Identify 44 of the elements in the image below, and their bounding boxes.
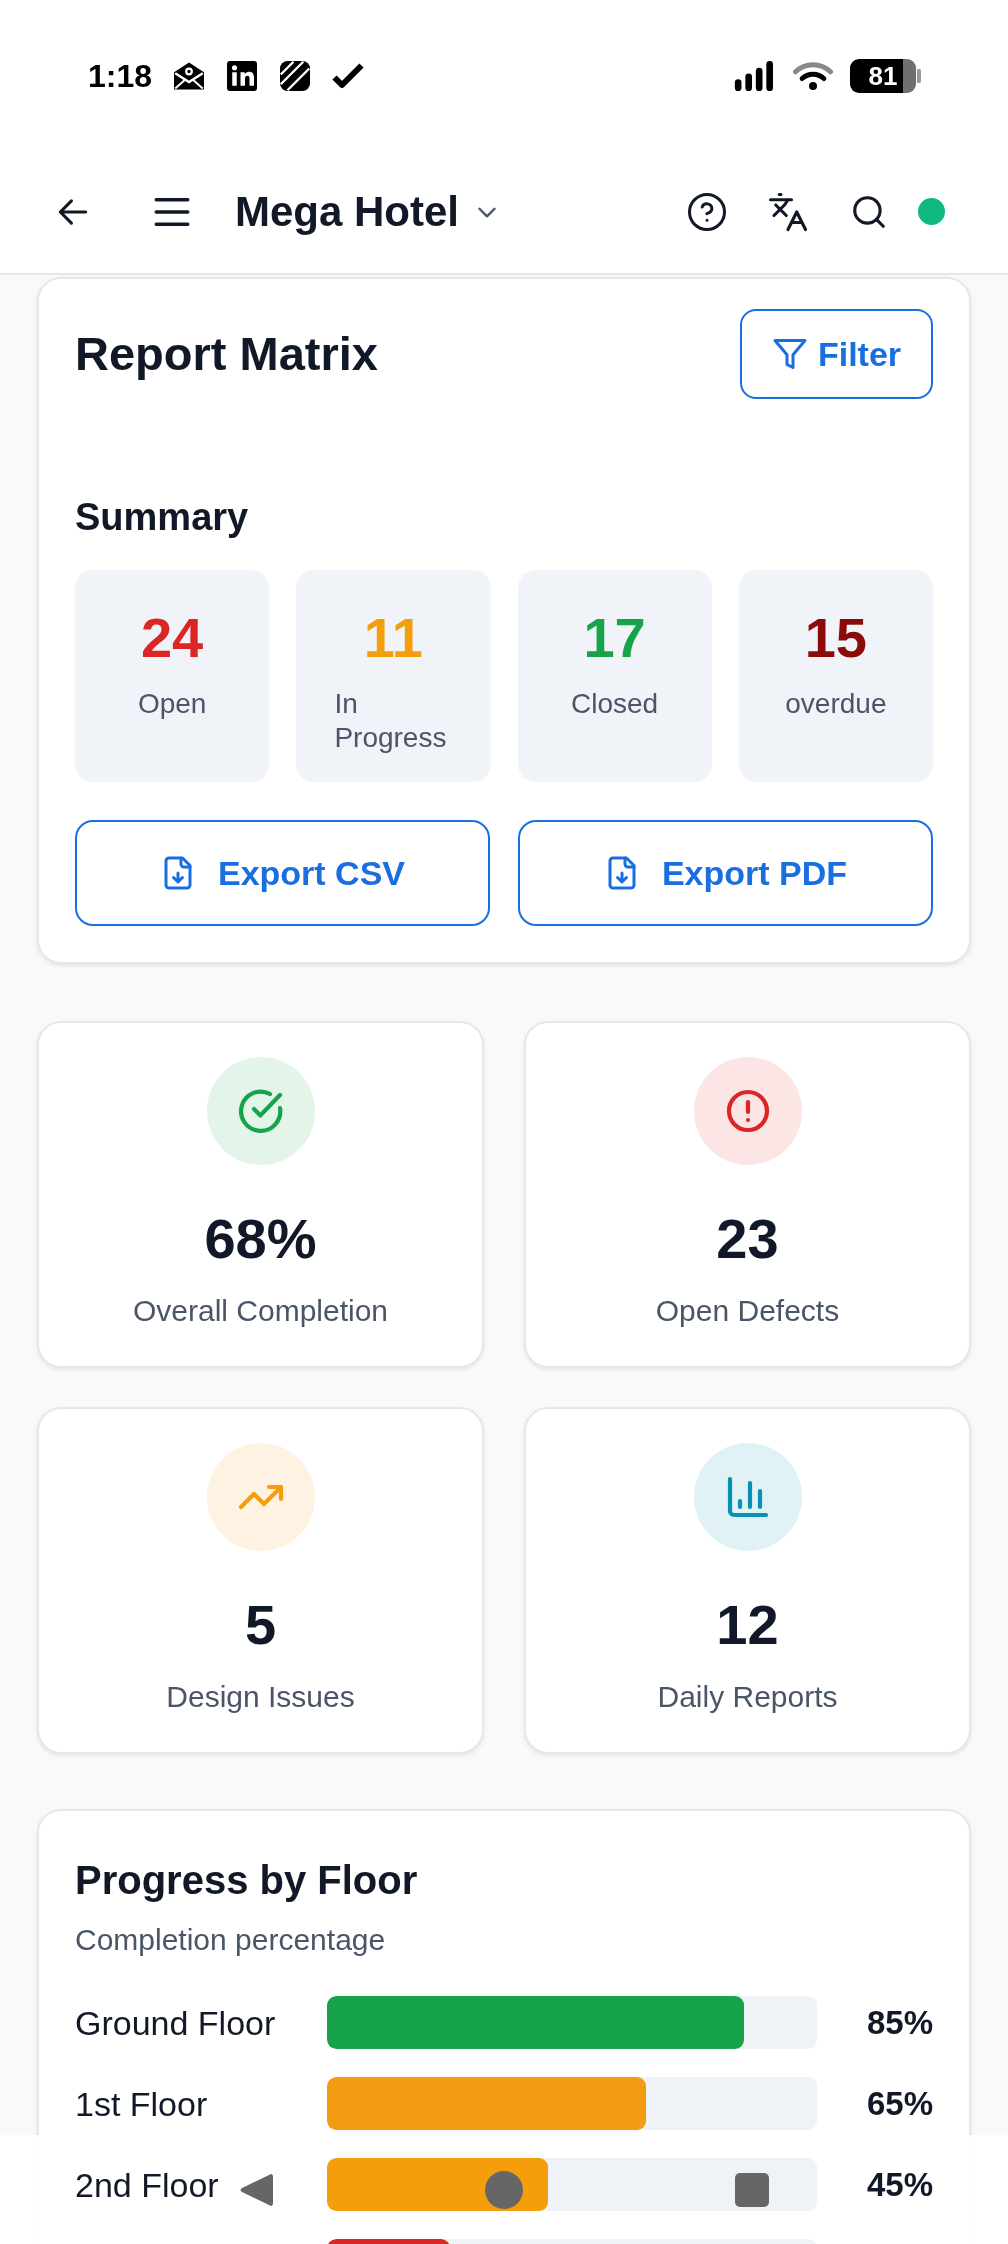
translate-icon[interactable] — [767, 190, 809, 233]
signal-icon — [733, 61, 775, 91]
floor-percentage: 65% — [866, 2083, 933, 2124]
recents-square-icon[interactable] — [735, 2172, 769, 2207]
filter-button[interactable]: Filter — [740, 309, 933, 399]
section-title: Summary — [75, 495, 250, 540]
home-circle-icon[interactable] — [485, 2170, 523, 2209]
stat-value: 5 — [244, 1593, 277, 1657]
floor-label: 1st Floor — [75, 2083, 208, 2124]
stat-value: 23 — [716, 1207, 779, 1271]
summary-label: Open — [137, 687, 207, 721]
stat-value: 68% — [204, 1207, 317, 1271]
summary-label: In Progress — [334, 687, 448, 755]
bar-chart-icon — [693, 1443, 802, 1551]
check-circle-icon — [206, 1057, 315, 1165]
trending-up-icon — [206, 1443, 315, 1551]
floor-label: 2nd Floor — [75, 2164, 219, 2205]
summary-label: Closed — [571, 687, 659, 721]
summary-count: 24 — [140, 608, 204, 668]
floor-percentage: 85% — [866, 2002, 933, 2043]
stat-label: Overall Completion — [132, 1293, 389, 1329]
summary-count: 15 — [804, 608, 867, 668]
export-button[interactable]: Export CSV — [75, 820, 490, 926]
stat-label: Daily Reports — [657, 1679, 838, 1715]
summary-count: 17 — [583, 608, 646, 668]
card-title: Report Matrix — [75, 326, 378, 382]
floor-percentage: 45% — [866, 2164, 933, 2205]
export-button[interactable]: Export PDF — [518, 820, 933, 926]
battery-indicator: 81 — [850, 59, 921, 93]
project-title[interactable]: Mega Hotel — [235, 186, 460, 237]
wifi-icon — [792, 61, 834, 91]
alert-circle-icon — [693, 1057, 802, 1165]
card-title: Progress by Floor — [75, 1857, 419, 1904]
summary-label: overdue — [785, 687, 887, 721]
stat-value: 12 — [716, 1593, 779, 1657]
filter-icon — [771, 336, 808, 372]
floor-label: Ground Floor — [75, 2002, 276, 2043]
help-icon[interactable] — [687, 191, 727, 232]
status-dot-icon — [918, 198, 945, 225]
status-time: 1:18 — [88, 57, 153, 96]
summary-count: 11 — [363, 608, 423, 668]
stat-label: Open Defects — [655, 1293, 840, 1329]
card-subtitle: Completion percentage — [75, 1922, 387, 1958]
stat-label: Design Issues — [166, 1679, 355, 1715]
